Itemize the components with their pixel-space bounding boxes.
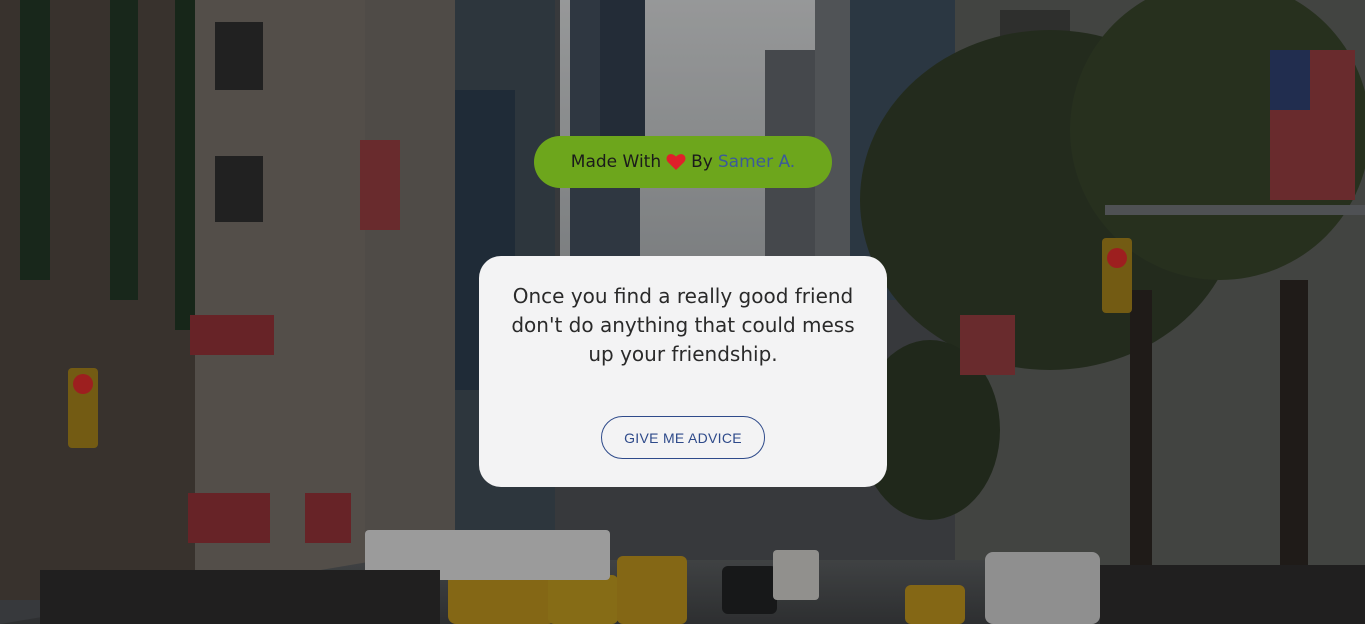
author-link[interactable]: Samer A. [718,152,795,172]
heart-icon [666,154,686,170]
advice-card: Once you find a really good friend don't… [479,256,887,487]
advice-quote: Once you find a really good friend don't… [511,284,855,366]
app-root: Made With By Samer A. Once you find a re… [0,0,1365,624]
badge-by: By [691,152,713,172]
made-with-badge: Made With By Samer A. [534,136,832,188]
give-me-advice-button[interactable]: GIVE ME ADVICE [601,416,765,459]
badge-prefix: Made With [570,152,662,172]
